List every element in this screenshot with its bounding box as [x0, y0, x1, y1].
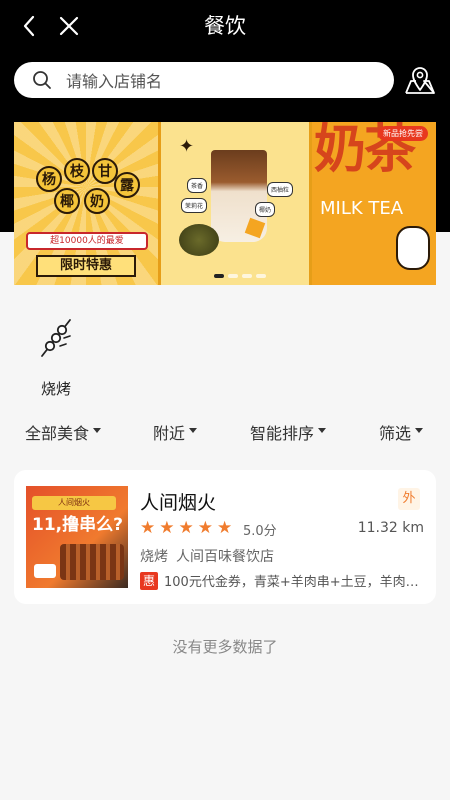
promo-banner-carousel[interactable]: 杨 枝 甘 椰 奶 露 超10000人的最爱 限时特惠 ✦ 茶香 西柚粒 茉莉花… — [14, 122, 436, 285]
carousel-dot[interactable] — [256, 274, 266, 278]
skewers-illustration — [60, 544, 124, 580]
carousel-dot[interactable] — [214, 274, 224, 278]
map-button[interactable] — [402, 64, 438, 98]
shop-tag: 烧烤 — [140, 549, 168, 565]
banner-tag: 椰奶 — [255, 202, 276, 217]
banner-char: 奶 — [84, 188, 110, 214]
filter-label: 智能排序 — [250, 424, 315, 443]
banner-tag: 茶香 — [187, 178, 208, 193]
delivery-badge: 外 — [398, 488, 420, 510]
banner-panel-dessert: 杨 枝 甘 椰 奶 露 超10000人的最爱 限时特惠 — [14, 122, 158, 285]
search-input[interactable]: 请输入店铺名 — [14, 62, 394, 98]
caret-down-icon — [189, 427, 198, 433]
star-icon: ★ — [178, 518, 194, 538]
banner-tag: 茉莉花 — [181, 198, 208, 213]
map-pin-icon — [405, 67, 435, 94]
back-chevron-icon — [23, 15, 35, 37]
banner-subtitle: MILK TEA — [320, 198, 404, 219]
filter-screen[interactable]: 筛选 — [379, 420, 424, 444]
search-icon — [33, 71, 51, 89]
banner-char: 露 — [114, 172, 140, 198]
filter-smart-sort[interactable]: 智能排序 — [250, 420, 327, 444]
star-icon: ★ — [197, 518, 213, 538]
caret-down-icon — [415, 427, 424, 433]
filter-bar: 全部美食 附近 智能排序 筛选 — [0, 420, 450, 444]
new-badge: 新品抢先尝 — [378, 126, 428, 141]
carousel-indicator — [214, 274, 266, 278]
discount-badge: 惠 — [140, 571, 158, 590]
banner-char: 枝 — [64, 158, 90, 184]
shop-thumbnail: 人间烟火 11,撸串么? — [26, 486, 128, 588]
shop-distance: 11.32 km — [357, 520, 424, 536]
category-bbq[interactable]: 烧烤 — [36, 316, 76, 399]
banner-tag: 西柚粒 — [267, 182, 294, 197]
filter-label: 附近 — [153, 424, 186, 443]
deal-text: 100元代金券，青菜+羊肉串+土豆，羊肉串+烤鱼 — [164, 575, 426, 590]
star-icon: ★ — [159, 518, 175, 538]
caret-down-icon — [93, 427, 102, 433]
search-placeholder: 请输入店铺名 — [66, 72, 163, 91]
shop-tag: 人间百味餐饮店 — [176, 549, 274, 565]
ok-hand-illustration — [396, 226, 430, 270]
close-x-icon — [59, 16, 79, 36]
skewer-icon — [41, 319, 71, 357]
filter-nearby[interactable]: 附近 — [153, 420, 198, 444]
shop-tags: 烧烤 人间百味餐饮店 — [140, 546, 274, 566]
banner-panel-milk-tea-title: 奶茶 MILK TEA 新品抢先尝 — [312, 122, 436, 285]
carousel-dot[interactable] — [242, 274, 252, 278]
back-button[interactable] — [16, 12, 42, 40]
thumb-label-box — [34, 564, 56, 578]
star-icon: ★ — [217, 518, 233, 538]
banner-char: 杨 — [36, 166, 62, 192]
banner-ribbon: 超10000人的最爱 — [26, 232, 148, 250]
shop-card[interactable]: 人间烟火 11,撸串么? 人间烟火 外 ★ ★ ★ ★ ★ 5.0分 11.32… — [14, 470, 436, 604]
thumb-text: 11,撸串么? — [32, 515, 123, 535]
banner-panel-milk-tea-cup: ✦ 茶香 西柚粒 茉莉花 椰奶 — [158, 122, 312, 285]
rating-stars: ★ ★ ★ ★ ★ — [140, 519, 232, 537]
thumb-text: 人间烟火 — [32, 496, 116, 510]
banner-char: 椰 — [54, 188, 80, 214]
filter-label: 全部美食 — [25, 424, 90, 443]
banner-promo: 限时特惠 — [36, 255, 136, 277]
rating-score: 5.0分 — [243, 524, 277, 539]
close-button[interactable] — [56, 12, 82, 40]
shop-deal: 惠 100元代金券，青菜+羊肉串+土豆，羊肉串+烤鱼 — [140, 571, 426, 590]
navigation-bar: 餐饮 — [0, 0, 450, 52]
filter-all-food[interactable]: 全部美食 — [25, 420, 102, 444]
end-of-list-text: 没有更多数据了 — [172, 638, 278, 656]
shop-name: 人间烟火 — [140, 492, 217, 514]
tea-leaves-illustration — [179, 224, 219, 256]
category-label: 烧烤 — [40, 380, 71, 398]
sparkle-icon: ✦ — [179, 136, 195, 157]
caret-down-icon — [318, 427, 327, 433]
filter-label: 筛选 — [379, 424, 412, 443]
star-icon: ★ — [140, 518, 156, 538]
carousel-dot[interactable] — [228, 274, 238, 278]
